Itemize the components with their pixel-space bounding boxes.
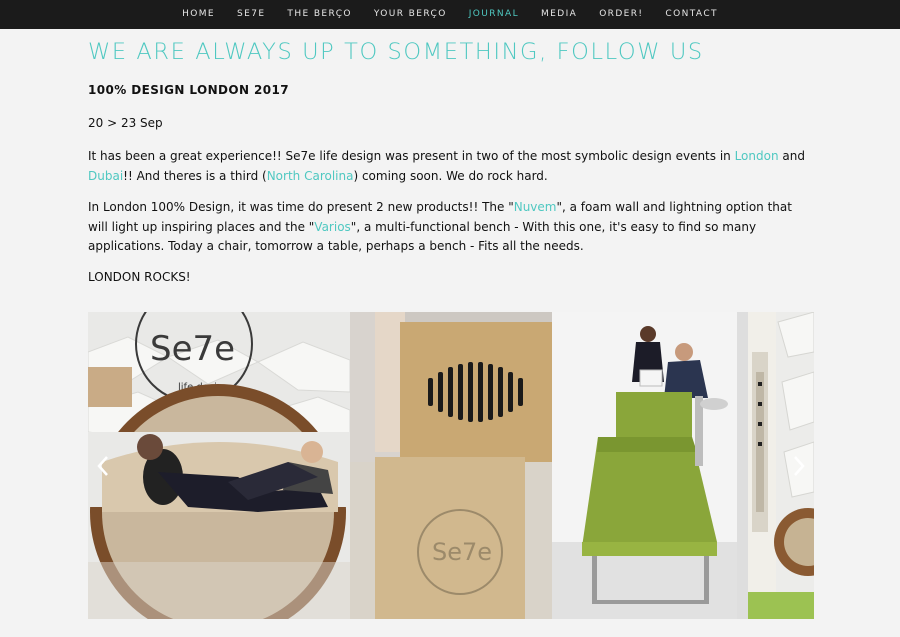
chevron-right-icon	[794, 456, 805, 476]
link-varios[interactable]: Varios	[314, 220, 351, 234]
p1-text-2: and	[778, 149, 805, 163]
nav-contact[interactable]: CONTACT	[654, 0, 728, 29]
link-london[interactable]: London	[735, 149, 779, 163]
nav-your-berco[interactable]: YOUR BERÇO	[363, 0, 458, 29]
post-closing: LONDON ROCKS!	[88, 270, 191, 284]
carousel-photo-green-bench	[552, 312, 748, 619]
journal-post: WE ARE ALWAYS UP TO SOMETHING, FOLLOW US…	[88, 37, 814, 284]
link-north-carolina[interactable]: North Carolina	[267, 169, 354, 183]
speaker-box-photo: Se7e	[350, 312, 552, 619]
p1-text-4: ) coming soon. We do rock hard.	[353, 168, 548, 183]
post-title: 100% DESIGN LONDON 2017	[88, 83, 290, 97]
nav-media[interactable]: MEDIA	[530, 0, 588, 29]
nav-order[interactable]: ORDER!	[588, 0, 654, 29]
p2-text-1: In London 100% Design, it was time do pr…	[88, 200, 514, 214]
post-paragraph-1: It has been a great experience!! Se7e li…	[88, 147, 814, 186]
logo-text: Se7e	[150, 329, 235, 369]
top-navigation: HOME SE7E THE BERÇO YOUR BERÇO JOURNAL M…	[0, 0, 900, 29]
chevron-left-icon	[97, 456, 108, 476]
page-headline: WE ARE ALWAYS UP TO SOMETHING, FOLLOW US	[88, 39, 704, 65]
carousel-photo-cradle-chair: Se7e life design	[88, 312, 350, 619]
p1-text-3: !! And theres is a third (	[123, 168, 267, 183]
carousel-prev-button[interactable]	[92, 455, 114, 477]
green-bench-photo	[552, 312, 748, 619]
nav-the-berco[interactable]: THE BERÇO	[276, 0, 362, 29]
carousel-next-button[interactable]	[788, 455, 810, 477]
nav-journal[interactable]: JOURNAL	[458, 0, 530, 29]
link-dubai[interactable]: Dubai	[88, 169, 123, 183]
nav-home[interactable]: HOME	[171, 0, 226, 29]
post-date: 20 > 23 Sep	[88, 116, 163, 130]
p1-text-1: It has been a great experience!! Se7e li…	[88, 149, 735, 163]
carousel-photo-speaker-box: Se7e	[350, 312, 552, 619]
cradle-chair-photo: Se7e life design	[88, 312, 350, 619]
post-paragraph-2: In London 100% Design, it was time do pr…	[88, 198, 814, 257]
nav-se7e[interactable]: SE7E	[226, 0, 276, 29]
image-carousel[interactable]: Se7e life design	[88, 312, 814, 619]
link-nuvem[interactable]: Nuvem	[514, 200, 557, 214]
logo-text-2: Se7e	[432, 538, 492, 566]
